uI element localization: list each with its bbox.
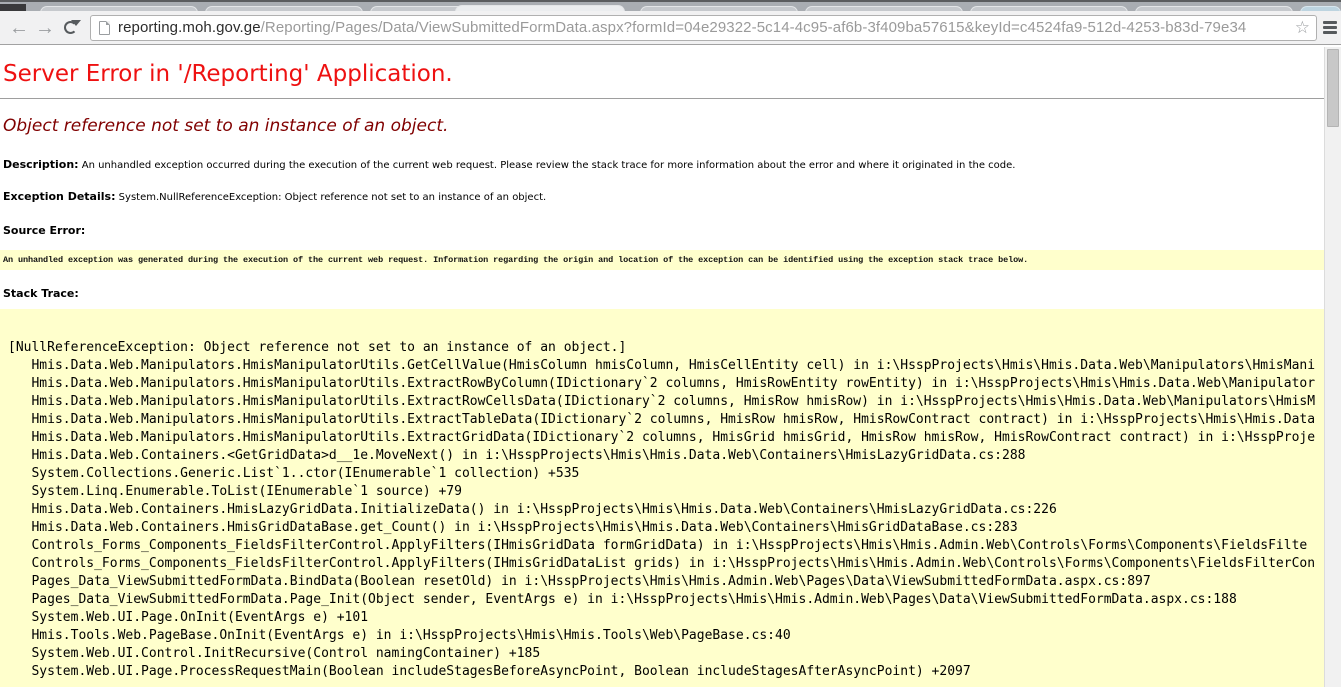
error-subtitle: Object reference not set to an instance … bbox=[3, 115, 1341, 137]
url-domain: reporting.moh.gov.ge bbox=[118, 19, 261, 36]
stack-trace-label: Stack Trace: bbox=[3, 287, 79, 300]
browser-tab[interactable] bbox=[0, 4, 26, 11]
exception-details-label: Exception Details: bbox=[3, 190, 115, 203]
vertical-scrollbar[interactable] bbox=[1324, 47, 1341, 687]
description-text: An unhandled exception occurred during t… bbox=[82, 160, 1016, 171]
browser-tab[interactable] bbox=[970, 6, 1128, 11]
source-error-text: An unhandled exception was generated dur… bbox=[3, 255, 1028, 265]
stack-trace-row: Stack Trace: bbox=[3, 287, 1341, 300]
browser-tab[interactable] bbox=[1300, 6, 1341, 11]
hamburger-icon bbox=[1323, 21, 1337, 24]
reload-icon-arrowhead bbox=[71, 20, 81, 26]
source-error-label: Source Error: bbox=[3, 224, 85, 237]
error-page: Server Error in '/Reporting' Application… bbox=[0, 47, 1341, 687]
reload-button[interactable] bbox=[58, 15, 84, 41]
back-button[interactable]: ← bbox=[6, 15, 32, 41]
back-arrow-icon: ← bbox=[9, 17, 29, 39]
description-row: Description: An unhandled exception occu… bbox=[3, 158, 1341, 171]
stack-trace-text: [NullReferenceException: Object referenc… bbox=[0, 309, 1341, 687]
bookmark-star-icon[interactable]: ☆ bbox=[1295, 18, 1310, 38]
browser-tab[interactable] bbox=[1135, 6, 1293, 11]
page-document-icon bbox=[99, 21, 110, 35]
browser-toolbar: ← → reporting.moh.gov.ge/Reporting/Pages… bbox=[0, 11, 1341, 45]
url-bar[interactable]: reporting.moh.gov.ge/Reporting/Pages/Dat… bbox=[90, 15, 1317, 41]
divider bbox=[0, 98, 1341, 99]
exception-details-text: System.NullReferenceException: Object re… bbox=[119, 192, 547, 203]
browser-tab[interactable] bbox=[805, 6, 963, 11]
browser-tab-active[interactable] bbox=[455, 5, 625, 11]
source-error-row: Source Error: bbox=[3, 224, 1341, 237]
url-text[interactable]: reporting.moh.gov.ge/Reporting/Pages/Dat… bbox=[118, 19, 1291, 36]
forward-button[interactable]: → bbox=[32, 15, 58, 41]
menu-button[interactable] bbox=[1323, 19, 1337, 37]
source-error-box: An unhandled exception was generated dur… bbox=[0, 250, 1341, 270]
stack-trace-box: [NullReferenceException: Object referenc… bbox=[0, 309, 1341, 687]
tab-strip bbox=[0, 0, 1341, 11]
browser-tab[interactable] bbox=[205, 6, 363, 11]
scrollbar-thumb[interactable] bbox=[1327, 49, 1339, 127]
browser-tab[interactable] bbox=[640, 6, 798, 11]
page-title: Server Error in '/Reporting' Application… bbox=[3, 60, 1341, 88]
exception-details-row: Exception Details: System.NullReferenceE… bbox=[3, 190, 1341, 203]
description-label: Description: bbox=[3, 158, 79, 171]
forward-arrow-icon: → bbox=[35, 17, 55, 39]
browser-tab[interactable] bbox=[40, 6, 198, 11]
url-path: /Reporting/Pages/Data/ViewSubmittedFormD… bbox=[261, 19, 1247, 36]
